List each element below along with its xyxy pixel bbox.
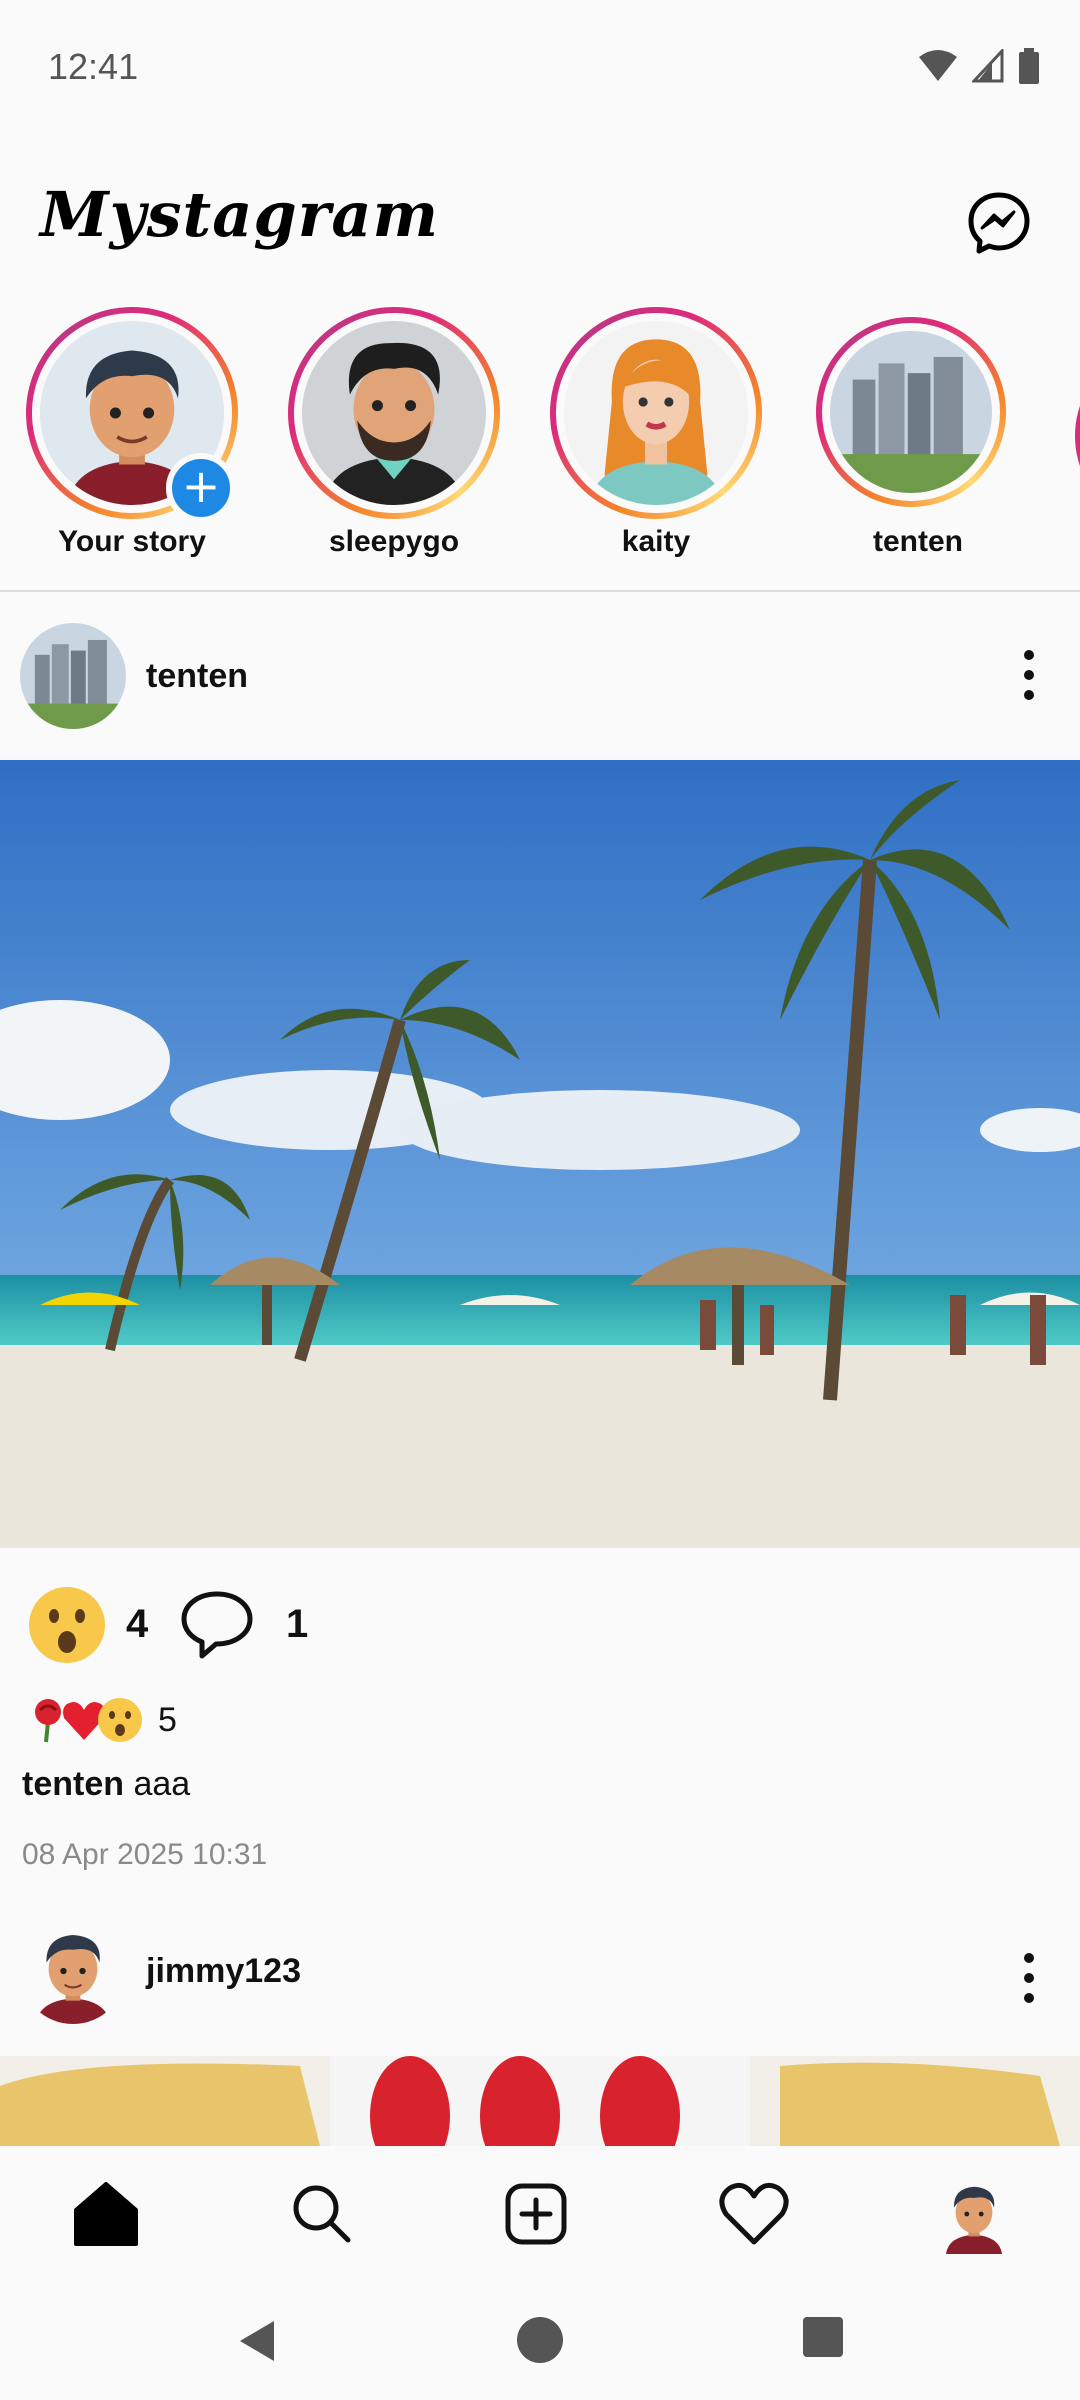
- recents-icon[interactable]: [802, 2316, 844, 2358]
- surprised-emoji-icon: [98, 1698, 142, 1742]
- system-nav-bar: [0, 2276, 1080, 2400]
- story-ring: [816, 317, 1006, 507]
- back-icon[interactable]: [232, 2316, 282, 2366]
- status-icons: [918, 48, 1040, 84]
- post-header: jimmy123: [0, 1910, 1080, 2030]
- messenger-button[interactable]: [966, 190, 1032, 256]
- more-options-button[interactable]: [1014, 1948, 1044, 2008]
- heart-icon: [719, 2182, 789, 2245]
- beach-palm-trees-photo[interactable]: [0, 760, 1080, 1548]
- city-buildings-photo: [830, 331, 992, 493]
- battery-icon: [1019, 48, 1039, 84]
- story-ring: [550, 307, 762, 519]
- story-label: Your story: [58, 525, 206, 558]
- app-title: Mystagram: [40, 178, 440, 251]
- comment-count: 1: [286, 1602, 309, 1646]
- reaction-count: 4: [126, 1602, 149, 1646]
- more-vertical-icon: [1024, 1953, 1034, 2003]
- more-options-button[interactable]: [1014, 645, 1044, 705]
- reactions-summary[interactable]: 5: [24, 1692, 177, 1748]
- more-vertical-icon: [1024, 650, 1034, 700]
- divider: [0, 590, 1080, 592]
- redhead-woman-avatar: [564, 321, 748, 505]
- home-icon: [74, 2182, 138, 2246]
- reactions-total: 5: [158, 1700, 177, 1739]
- bearded-man-avatar: [302, 321, 486, 505]
- story-label: sleepygo: [328, 525, 460, 558]
- post-timestamp: 08 Apr 2025 10:31: [22, 1838, 268, 1871]
- story-ring: [1075, 341, 1080, 531]
- story-sleepygo[interactable]: sleepygo: [272, 305, 500, 575]
- bottom-nav: [0, 2146, 1080, 2276]
- story-tenten[interactable]: tenten: [796, 305, 1016, 575]
- surprised-emoji-icon[interactable]: [26, 1584, 108, 1666]
- nav-create[interactable]: [496, 2174, 576, 2254]
- caption-username[interactable]: tenten: [22, 1765, 124, 1803]
- nav-activity[interactable]: [714, 2174, 794, 2254]
- city-buildings-photo[interactable]: [20, 623, 126, 729]
- story-kaity[interactable]: kaity: [534, 305, 762, 575]
- status-bar: 12:41: [0, 0, 1080, 140]
- caption-text: aaa: [133, 1765, 191, 1803]
- post-username[interactable]: tenten: [146, 657, 248, 696]
- nav-search[interactable]: [282, 2174, 362, 2254]
- fries-photo[interactable]: [0, 2056, 1080, 2146]
- signal-icon: [972, 49, 1004, 83]
- story-your-story[interactable]: + Your story: [10, 305, 238, 575]
- profile-avatar: [934, 2174, 1014, 2254]
- story-label: tenten: [873, 525, 963, 558]
- stories-row: + Your story sleepygo kaity tenten: [0, 305, 1080, 585]
- comment-icon[interactable]: [178, 1588, 256, 1662]
- status-time: 12:41: [48, 46, 139, 87]
- story-label: kaity: [621, 525, 691, 558]
- story-partial[interactable]: [1070, 305, 1080, 575]
- messenger-icon: [968, 192, 1030, 254]
- search-icon: [293, 2185, 351, 2243]
- app-header: Mystagram: [0, 160, 1080, 280]
- boy-avatar[interactable]: [20, 1918, 126, 2024]
- add-post-icon: [505, 2183, 567, 2245]
- post-username[interactable]: jimmy123: [146, 1952, 301, 1991]
- post-header: tenten: [0, 615, 1080, 735]
- nav-profile[interactable]: [934, 2174, 1014, 2254]
- post-caption: tenten aaa: [22, 1765, 190, 1804]
- nav-home[interactable]: [66, 2174, 146, 2254]
- home-circle-icon[interactable]: [516, 2316, 564, 2364]
- wifi-icon: [919, 50, 957, 81]
- post-actions: 4 1: [0, 1580, 1080, 1670]
- story-ring: [288, 307, 500, 519]
- add-story-button[interactable]: +: [166, 453, 236, 523]
